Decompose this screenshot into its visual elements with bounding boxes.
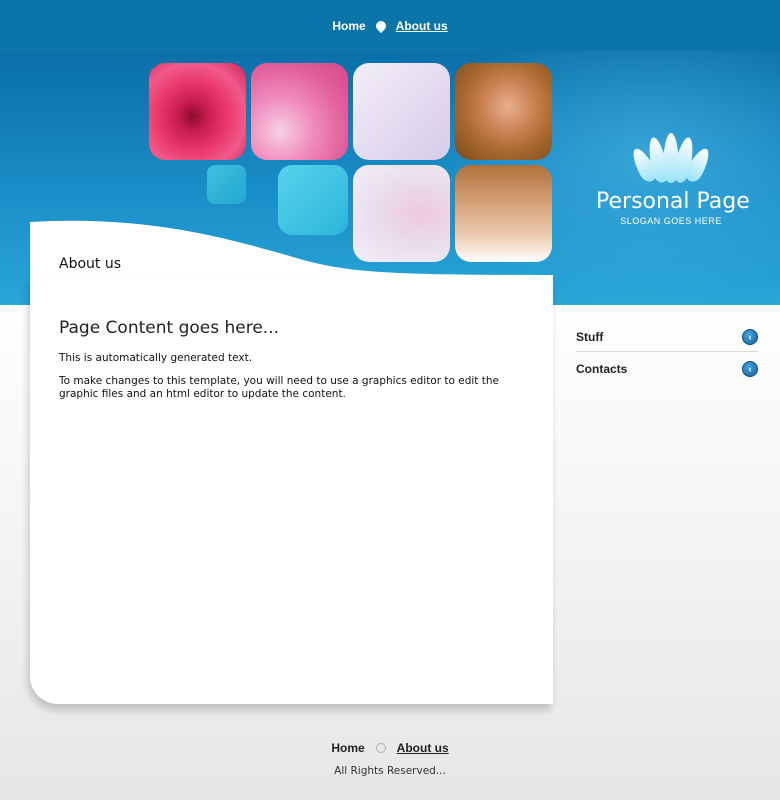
pink-petal-photo-tile xyxy=(251,63,348,160)
content-panel xyxy=(30,276,553,704)
sidebar-item-label: Stuff xyxy=(576,329,604,344)
nav-separator-icon xyxy=(373,18,388,33)
nav-about-link[interactable]: About us xyxy=(396,19,448,33)
top-nav: Home About us xyxy=(0,0,780,51)
footer-nav: Home About us xyxy=(0,740,780,756)
footer-home-link[interactable]: Home xyxy=(331,741,364,755)
section-title: About us xyxy=(59,256,122,272)
lavender-photo-tile xyxy=(353,63,450,160)
chevron-left-circle-icon[interactable]: ‹ xyxy=(742,328,758,345)
site-slogan: SLOGAN GOES HERE xyxy=(620,216,722,226)
page-heading: Page Content goes here... xyxy=(59,318,280,338)
site-title: Personal Page xyxy=(596,189,750,214)
nav-home-link[interactable]: Home xyxy=(332,19,365,33)
footer-separator-icon xyxy=(375,743,386,753)
sidebar-item-label: Contacts xyxy=(576,361,628,376)
sidebar-item-contacts[interactable]: Contacts ‹ xyxy=(576,354,758,383)
footer-about-link[interactable]: About us xyxy=(397,741,449,755)
content-paragraph-1: This is automatically generated text. xyxy=(59,352,253,364)
rose-photo-tile xyxy=(149,63,246,160)
portrait-face-photo-tile xyxy=(455,63,552,160)
small-teal-square xyxy=(207,165,246,204)
chevron-left-circle-icon[interactable]: ‹ xyxy=(742,360,758,377)
lotus-logo-icon xyxy=(596,131,746,185)
content-paragraph-2: To make changes to this template, you wi… xyxy=(59,375,499,400)
site-logo[interactable]: Personal Page SLOGAN GOES HERE xyxy=(596,131,750,226)
copyright-text: All Rights Reserved... xyxy=(334,765,446,777)
sidebar-item-stuff[interactable]: Stuff ‹ xyxy=(576,322,758,352)
sidebar-menu: Stuff ‹ Contacts ‹ xyxy=(576,322,758,383)
